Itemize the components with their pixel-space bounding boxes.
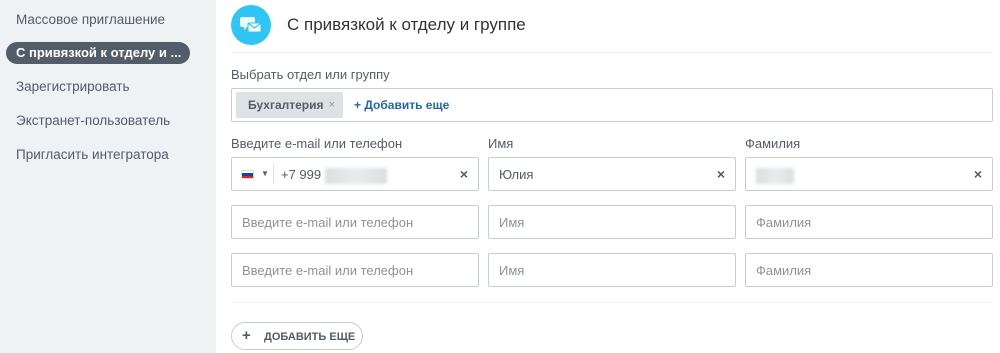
dept-selector-label: Выбрать отдел или группу [231,67,390,82]
first-name-field[interactable]: Имя [488,205,736,239]
clear-icon[interactable]: × [717,166,725,182]
add-more-button[interactable]: + ДОБАВИТЬ ЕЩЕ [231,322,363,350]
phone-field[interactable]: ▼ +7 999 × [231,157,479,191]
clear-icon[interactable]: × [460,166,468,182]
sidebar-item-department-invite[interactable]: С привязкой к отделу и ... [6,42,190,64]
sidebar: Массовое приглашение С привязкой к отдел… [0,0,216,353]
tag-remove-icon[interactable]: × [329,92,335,118]
last-name-value [756,167,794,184]
add-dept-link[interactable]: + Добавить еще [354,98,449,112]
first-name-value: Юлия [499,167,534,182]
sidebar-item-register[interactable]: Зарегистрировать [16,79,130,94]
contact-placeholder: Введите e-mail или телефон [242,215,414,230]
first-name-placeholder: Имя [499,263,525,278]
chat-invite-icon [231,5,271,45]
ru-flag-icon[interactable] [241,170,254,179]
first-name-placeholder: Имя [499,215,525,230]
plus-icon: + [242,327,251,344]
dept-tag: Бухгалтерия × [236,92,343,118]
contact-field[interactable]: Введите e-mail или телефон [231,253,479,287]
redacted-phone [324,167,387,184]
phone-value: +7 999 [281,167,387,184]
contact-placeholder: Введите e-mail или телефон [242,263,414,278]
last-name-placeholder: Фамилия [756,263,812,278]
form-divider [231,302,993,303]
last-name-field[interactable]: × [745,157,993,191]
sidebar-item-extranet[interactable]: Экстранет-пользователь [16,113,170,128]
sidebar-item-mass-invite[interactable]: Массовое приглашение [16,12,165,27]
header-divider [231,52,993,53]
first-name-column-label: Имя [488,136,514,151]
contact-column-label: Введите e-mail или телефон [231,136,403,151]
last-name-column-label: Фамилия [745,136,801,151]
dept-tag-label: Бухгалтерия [248,98,324,112]
clear-icon[interactable]: × [974,166,982,182]
last-name-field[interactable]: Фамилия [745,205,993,239]
redacted-last-name [756,167,794,184]
country-dropdown-icon[interactable]: ▼ [261,169,269,178]
dept-selector[interactable]: Бухгалтерия × + Добавить еще [231,88,993,122]
add-more-label: ДОБАВИТЬ ЕЩЕ [264,331,356,343]
contact-field[interactable]: Введите e-mail или телефон [231,205,479,239]
sidebar-item-integrator[interactable]: Пригласить интегратора [16,147,169,162]
first-name-field[interactable]: Имя [488,253,736,287]
last-name-field[interactable]: Фамилия [745,253,993,287]
page-title: С привязкой к отделу и группе [287,15,526,34]
phone-divider [273,164,274,184]
last-name-placeholder: Фамилия [756,215,812,230]
first-name-field[interactable]: Юлия × [488,157,736,191]
